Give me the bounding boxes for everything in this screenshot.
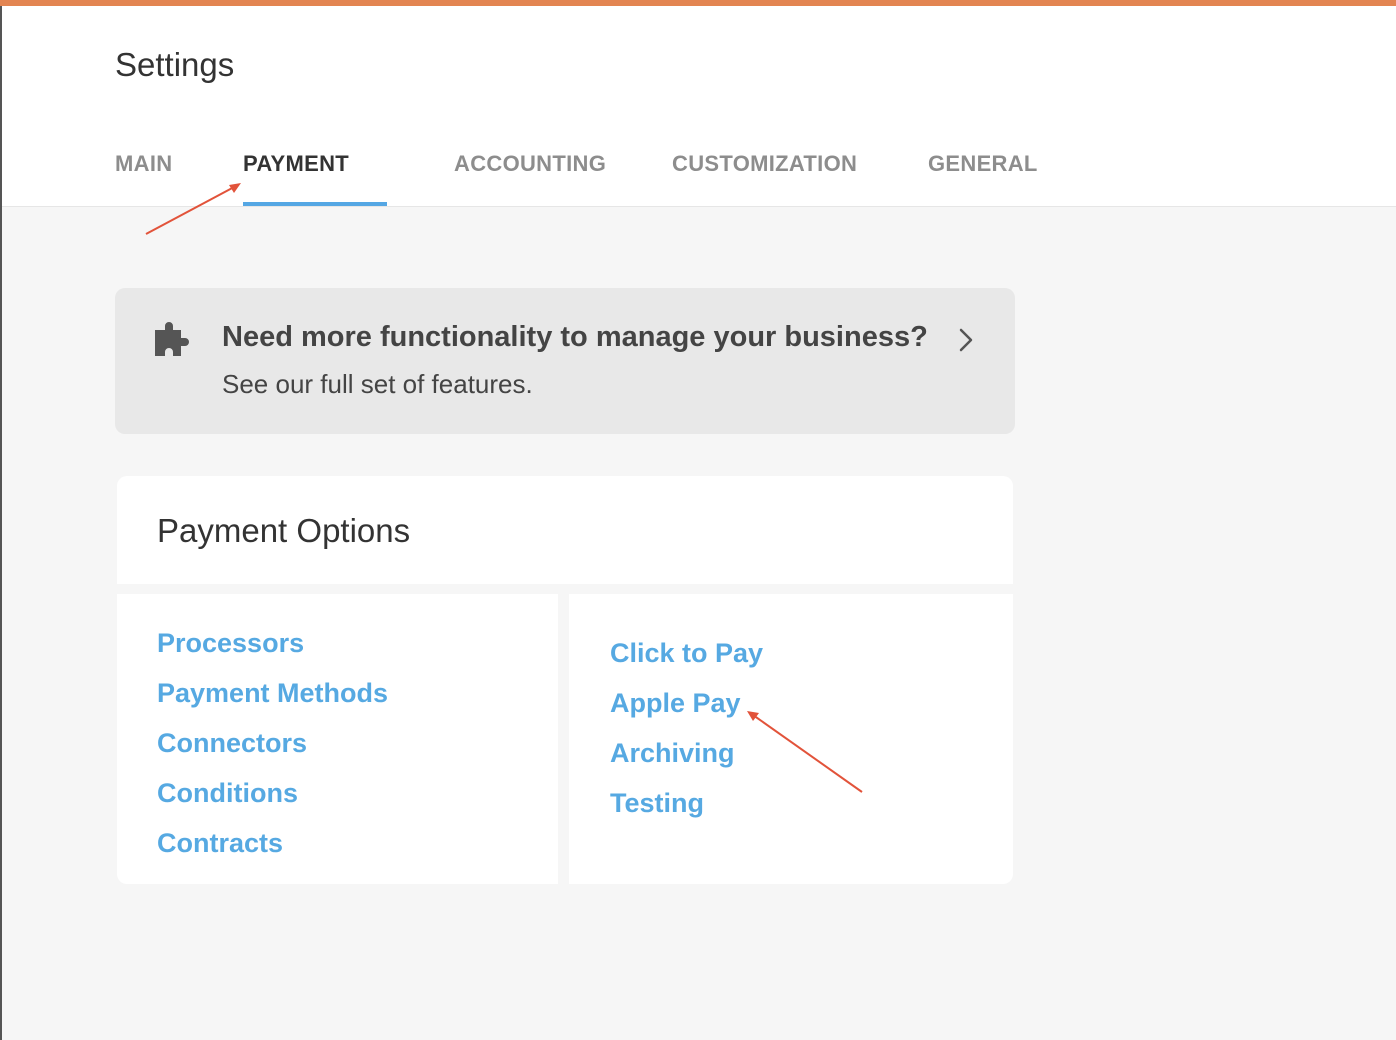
features-banner[interactable]: Need more functionality to manage your b… — [115, 288, 1015, 434]
puzzle-icon — [155, 322, 189, 356]
tab-general[interactable]: GENERAL — [928, 151, 1038, 177]
banner-subtext: See our full set of features. — [222, 369, 533, 399]
link-apple-pay[interactable]: Apple Pay — [610, 688, 741, 719]
settings-header: Settings MAIN PAYMENT ACCOUNTING CUSTOMI… — [2, 6, 1396, 207]
tab-customization[interactable]: CUSTOMIZATION — [672, 151, 857, 177]
payment-options-left-column: Processors Payment Methods Connectors Co… — [117, 594, 558, 884]
link-testing[interactable]: Testing — [610, 788, 704, 819]
tab-main[interactable]: MAIN — [115, 151, 172, 177]
settings-app: Settings MAIN PAYMENT ACCOUNTING CUSTOMI… — [0, 0, 1396, 1040]
tab-payment[interactable]: PAYMENT — [243, 151, 349, 177]
page-title: Settings — [115, 46, 235, 83]
link-payment-methods[interactable]: Payment Methods — [157, 678, 388, 709]
link-contracts[interactable]: Contracts — [157, 828, 283, 859]
payment-options-title: Payment Options — [157, 512, 411, 549]
link-connectors[interactable]: Connectors — [157, 728, 307, 759]
link-archiving[interactable]: Archiving — [610, 738, 735, 769]
tab-accounting[interactable]: ACCOUNTING — [454, 151, 606, 177]
link-click-to-pay[interactable]: Click to Pay — [610, 638, 763, 669]
link-processors[interactable]: Processors — [157, 628, 304, 659]
active-tab-indicator — [243, 202, 387, 206]
link-conditions[interactable]: Conditions — [157, 778, 298, 809]
payment-options-header: Payment Options — [117, 476, 1013, 584]
chevron-right-icon[interactable] — [955, 326, 977, 354]
payment-options-right-column: Click to Pay Apple Pay Archiving Testing — [569, 594, 1013, 884]
banner-heading: Need more functionality to manage your b… — [222, 321, 928, 353]
